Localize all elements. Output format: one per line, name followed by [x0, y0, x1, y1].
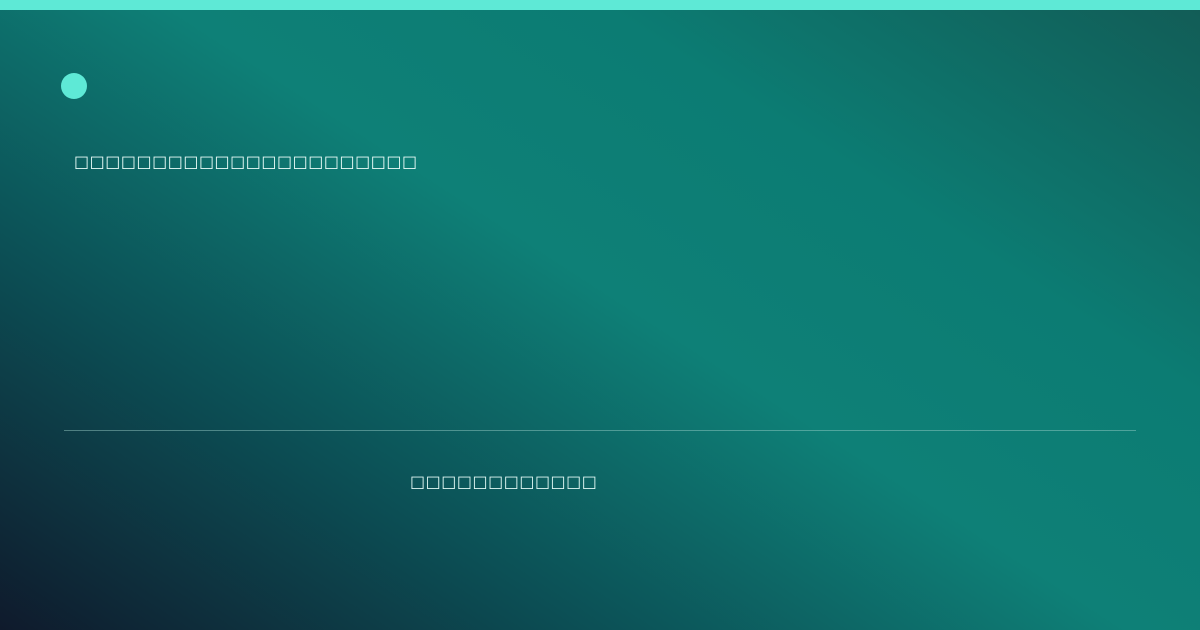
headline-text: □□□□□□□□□□□□□□□□□□□□□□	[74, 152, 418, 171]
divider	[64, 430, 1136, 431]
top-accent-bar	[0, 0, 1200, 10]
accent-dot-icon	[61, 73, 87, 99]
footer-label: □□□□□□□□□□□□	[410, 472, 598, 491]
